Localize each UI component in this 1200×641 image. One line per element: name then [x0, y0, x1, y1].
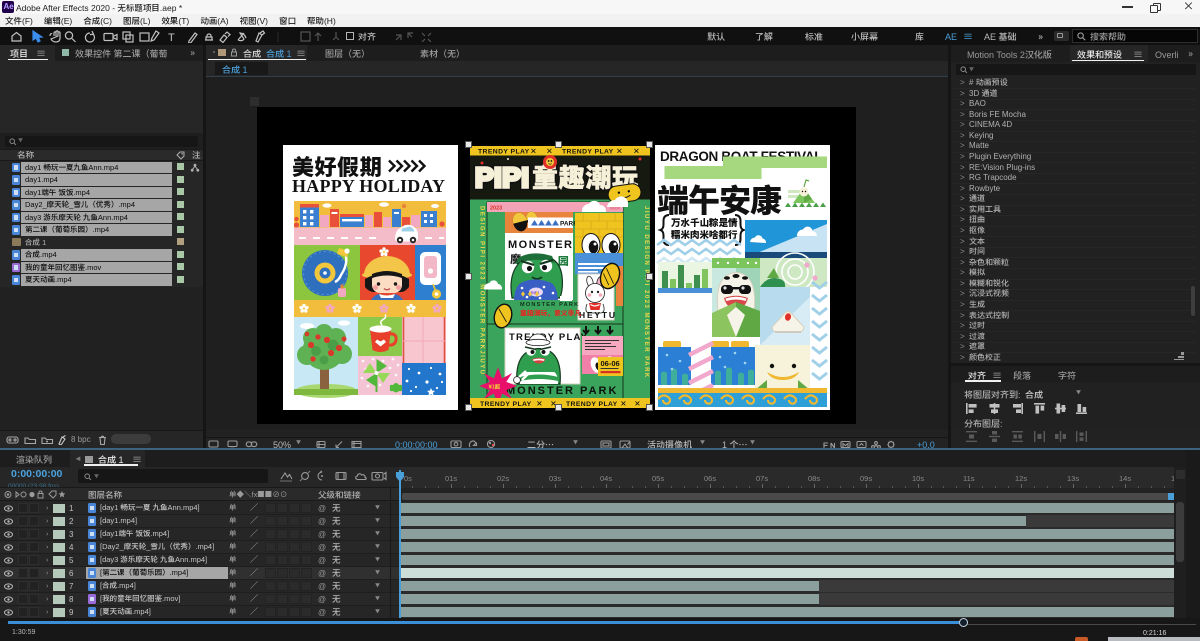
svg-text:06-06: 06-06 — [601, 358, 620, 369]
svg-text:×: × — [633, 146, 640, 156]
svg-text:¥1起: ¥1起 — [489, 382, 501, 390]
svg-text:MONSTER: MONSTER — [508, 236, 574, 252]
svg-text:×: × — [616, 146, 623, 156]
svg-text:MONSTER PARK: MONSTER PARK — [506, 382, 618, 398]
svg-text:TRENDY PLAY: TRENDY PLAY — [562, 146, 614, 156]
svg-text:糯米肉米啥都行: 糯米肉米啥都行 — [670, 227, 738, 241]
svg-text:×: × — [530, 146, 537, 156]
svg-text:TRENDY PLAY: TRENDY PLAY — [478, 146, 530, 156]
svg-text:TRENDY PLAY: TRENDY PLAY — [480, 398, 532, 408]
svg-text:HAPPY HOLIDAY: HAPPY HOLIDAY — [292, 176, 445, 196]
svg-text:×: × — [634, 398, 641, 408]
svg-text:JIUYU DESIGN PIPI 2023 MONSTER: JIUYU DESIGN PIPI 2023 MONSTER PARK — [643, 206, 650, 379]
svg-text:×: × — [546, 146, 553, 156]
svg-text:2023: 2023 — [490, 204, 502, 212]
svg-text:TRENDY PLAY: TRENDY PLAY — [566, 398, 618, 408]
svg-text:HEYTU: HEYTU — [579, 309, 617, 321]
svg-text:T: T — [168, 32, 175, 43]
svg-text:DESIGN PIPI 2023 MONSTER PARKJ: DESIGN PIPI 2023 MONSTER PARKJIUYU — [479, 206, 488, 376]
svg-text:童趣潮玩，意义非凡: 童趣潮玩，意义非凡 — [520, 308, 581, 318]
svg-text:×: × — [620, 398, 627, 408]
svg-text:×: × — [536, 398, 543, 408]
